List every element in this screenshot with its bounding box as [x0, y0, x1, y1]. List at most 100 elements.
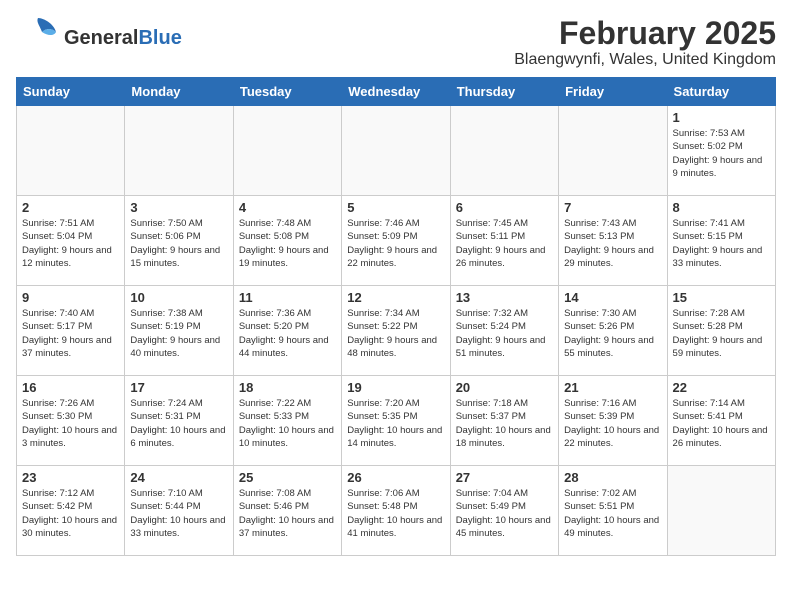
calendar-cell: 8 Sunrise: 7:41 AM Sunset: 5:15 PM Daylig… [667, 196, 775, 286]
calendar-cell: 5 Sunrise: 7:46 AM Sunset: 5:09 PM Daylig… [342, 196, 450, 286]
weekday-header: Saturday [667, 78, 775, 106]
calendar-cell [450, 106, 558, 196]
day-info: Sunrise: 7:34 AM Sunset: 5:22 PM Dayligh… [347, 307, 444, 360]
day-info: Sunrise: 7:53 AM Sunset: 5:02 PM Dayligh… [673, 127, 770, 180]
day-info: Sunrise: 7:51 AM Sunset: 5:04 PM Dayligh… [22, 217, 119, 270]
day-number: 21 [564, 380, 661, 395]
day-info: Sunrise: 7:36 AM Sunset: 5:20 PM Dayligh… [239, 307, 336, 360]
weekday-header: Sunday [17, 78, 125, 106]
calendar-title: February 2025 [514, 16, 776, 51]
day-number: 19 [347, 380, 444, 395]
day-number: 22 [673, 380, 770, 395]
day-number: 17 [130, 380, 227, 395]
day-info: Sunrise: 7:28 AM Sunset: 5:28 PM Dayligh… [673, 307, 770, 360]
day-number: 5 [347, 200, 444, 215]
calendar-cell: 19 Sunrise: 7:20 AM Sunset: 5:35 PM Dayli… [342, 376, 450, 466]
day-info: Sunrise: 7:12 AM Sunset: 5:42 PM Dayligh… [22, 487, 119, 540]
calendar-cell: 28 Sunrise: 7:02 AM Sunset: 5:51 PM Dayli… [559, 466, 667, 556]
calendar-cell: 14 Sunrise: 7:30 AM Sunset: 5:26 PM Dayli… [559, 286, 667, 376]
day-info: Sunrise: 7:50 AM Sunset: 5:06 PM Dayligh… [130, 217, 227, 270]
day-info: Sunrise: 7:02 AM Sunset: 5:51 PM Dayligh… [564, 487, 661, 540]
day-number: 1 [673, 110, 770, 125]
day-number: 15 [673, 290, 770, 305]
day-info: Sunrise: 7:46 AM Sunset: 5:09 PM Dayligh… [347, 217, 444, 270]
day-info: Sunrise: 7:08 AM Sunset: 5:46 PM Dayligh… [239, 487, 336, 540]
calendar-cell: 6Sunrise: 7:45 AM Sunset: 5:11 PM Daylig… [450, 196, 558, 286]
calendar-cell: 10 Sunrise: 7:38 AM Sunset: 5:19 PM Dayli… [125, 286, 233, 376]
day-number: 27 [456, 470, 553, 485]
day-info: Sunrise: 7:41 AM Sunset: 5:15 PM Dayligh… [673, 217, 770, 270]
weekday-header: Tuesday [233, 78, 341, 106]
calendar-week-row: 1 Sunrise: 7:53 AM Sunset: 5:02 PM Daylig… [17, 106, 776, 196]
day-info: Sunrise: 7:20 AM Sunset: 5:35 PM Dayligh… [347, 397, 444, 450]
day-number: 16 [22, 380, 119, 395]
calendar-cell: 26 Sunrise: 7:06 AM Sunset: 5:48 PM Dayli… [342, 466, 450, 556]
calendar-cell: 22 Sunrise: 7:14 AM Sunset: 5:41 PM Dayli… [667, 376, 775, 466]
calendar-cell: 17Sunrise: 7:24 AM Sunset: 5:31 PM Dayli… [125, 376, 233, 466]
calendar-week-row: 23 Sunrise: 7:12 AM Sunset: 5:42 PM Dayli… [17, 466, 776, 556]
day-info: Sunrise: 7:16 AM Sunset: 5:39 PM Dayligh… [564, 397, 661, 450]
day-number: 25 [239, 470, 336, 485]
day-number: 23 [22, 470, 119, 485]
day-number: 14 [564, 290, 661, 305]
calendar-week-row: 2 Sunrise: 7:51 AM Sunset: 5:04 PM Daylig… [17, 196, 776, 286]
weekday-header: Thursday [450, 78, 558, 106]
weekday-header-row: SundayMondayTuesdayWednesdayThursdayFrid… [17, 78, 776, 106]
calendar-cell: 3 Sunrise: 7:50 AM Sunset: 5:06 PM Daylig… [125, 196, 233, 286]
day-info: Sunrise: 7:04 AM Sunset: 5:49 PM Dayligh… [456, 487, 553, 540]
day-number: 7 [564, 200, 661, 215]
day-number: 18 [239, 380, 336, 395]
logo: GeneralBlue [16, 16, 182, 59]
calendar-cell: 25 Sunrise: 7:08 AM Sunset: 5:46 PM Dayli… [233, 466, 341, 556]
calendar-cell: 24 Sunrise: 7:10 AM Sunset: 5:44 PM Dayli… [125, 466, 233, 556]
calendar-cell: 16 Sunrise: 7:26 AM Sunset: 5:30 PM Dayli… [17, 376, 125, 466]
calendar-cell: 15 Sunrise: 7:28 AM Sunset: 5:28 PM Dayli… [667, 286, 775, 376]
calendar-cell: 21 Sunrise: 7:16 AM Sunset: 5:39 PM Dayli… [559, 376, 667, 466]
day-number: 20 [456, 380, 553, 395]
day-number: 3 [130, 200, 227, 215]
calendar-cell: 2 Sunrise: 7:51 AM Sunset: 5:04 PM Daylig… [17, 196, 125, 286]
calendar-cell: 20 Sunrise: 7:18 AM Sunset: 5:37 PM Dayli… [450, 376, 558, 466]
weekday-header: Friday [559, 78, 667, 106]
day-info: Sunrise: 7:38 AM Sunset: 5:19 PM Dayligh… [130, 307, 227, 360]
logo-icon [16, 16, 60, 54]
calendar-cell [559, 106, 667, 196]
calendar-cell: 9 Sunrise: 7:40 AM Sunset: 5:17 PM Daylig… [17, 286, 125, 376]
calendar-cell: 11 Sunrise: 7:36 AM Sunset: 5:20 PM Dayli… [233, 286, 341, 376]
day-number: 24 [130, 470, 227, 485]
weekday-header: Monday [125, 78, 233, 106]
calendar-title-block: February 2025 Blaengwynfi, Wales, United… [514, 16, 776, 69]
day-number: 10 [130, 290, 227, 305]
day-info: Sunrise: 7:26 AM Sunset: 5:30 PM Dayligh… [22, 397, 119, 450]
day-info: Sunrise: 7:40 AM Sunset: 5:17 PM Dayligh… [22, 307, 119, 360]
calendar-cell: 12 Sunrise: 7:34 AM Sunset: 5:22 PM Dayli… [342, 286, 450, 376]
day-number: 8 [673, 200, 770, 215]
calendar-cell: 4Sunrise: 7:48 AM Sunset: 5:08 PM Daylig… [233, 196, 341, 286]
day-info: Sunrise: 7:18 AM Sunset: 5:37 PM Dayligh… [456, 397, 553, 450]
day-number: 12 [347, 290, 444, 305]
day-number: 28 [564, 470, 661, 485]
calendar-table: SundayMondayTuesdayWednesdayThursdayFrid… [16, 77, 776, 556]
day-number: 9 [22, 290, 119, 305]
calendar-week-row: 16 Sunrise: 7:26 AM Sunset: 5:30 PM Dayli… [17, 376, 776, 466]
day-info: Sunrise: 7:10 AM Sunset: 5:44 PM Dayligh… [130, 487, 227, 540]
logo-text: GeneralBlue [64, 27, 182, 49]
day-info: Sunrise: 7:43 AM Sunset: 5:13 PM Dayligh… [564, 217, 661, 270]
page-header: GeneralBlue February 2025 Blaengwynfi, W… [16, 16, 776, 69]
day-info: Sunrise: 7:48 AM Sunset: 5:08 PM Dayligh… [239, 217, 336, 270]
calendar-cell: 13Sunrise: 7:32 AM Sunset: 5:24 PM Dayli… [450, 286, 558, 376]
calendar-cell [667, 466, 775, 556]
day-info: Sunrise: 7:22 AM Sunset: 5:33 PM Dayligh… [239, 397, 336, 450]
day-info: Sunrise: 7:30 AM Sunset: 5:26 PM Dayligh… [564, 307, 661, 360]
day-number: 11 [239, 290, 336, 305]
calendar-cell: 7 Sunrise: 7:43 AM Sunset: 5:13 PM Daylig… [559, 196, 667, 286]
calendar-subtitle: Blaengwynfi, Wales, United Kingdom [514, 51, 776, 69]
calendar-cell [342, 106, 450, 196]
day-number: 26 [347, 470, 444, 485]
day-info: Sunrise: 7:14 AM Sunset: 5:41 PM Dayligh… [673, 397, 770, 450]
calendar-cell: 18 Sunrise: 7:22 AM Sunset: 5:33 PM Dayli… [233, 376, 341, 466]
calendar-cell [233, 106, 341, 196]
calendar-week-row: 9 Sunrise: 7:40 AM Sunset: 5:17 PM Daylig… [17, 286, 776, 376]
day-info: Sunrise: 7:06 AM Sunset: 5:48 PM Dayligh… [347, 487, 444, 540]
day-number: 2 [22, 200, 119, 215]
